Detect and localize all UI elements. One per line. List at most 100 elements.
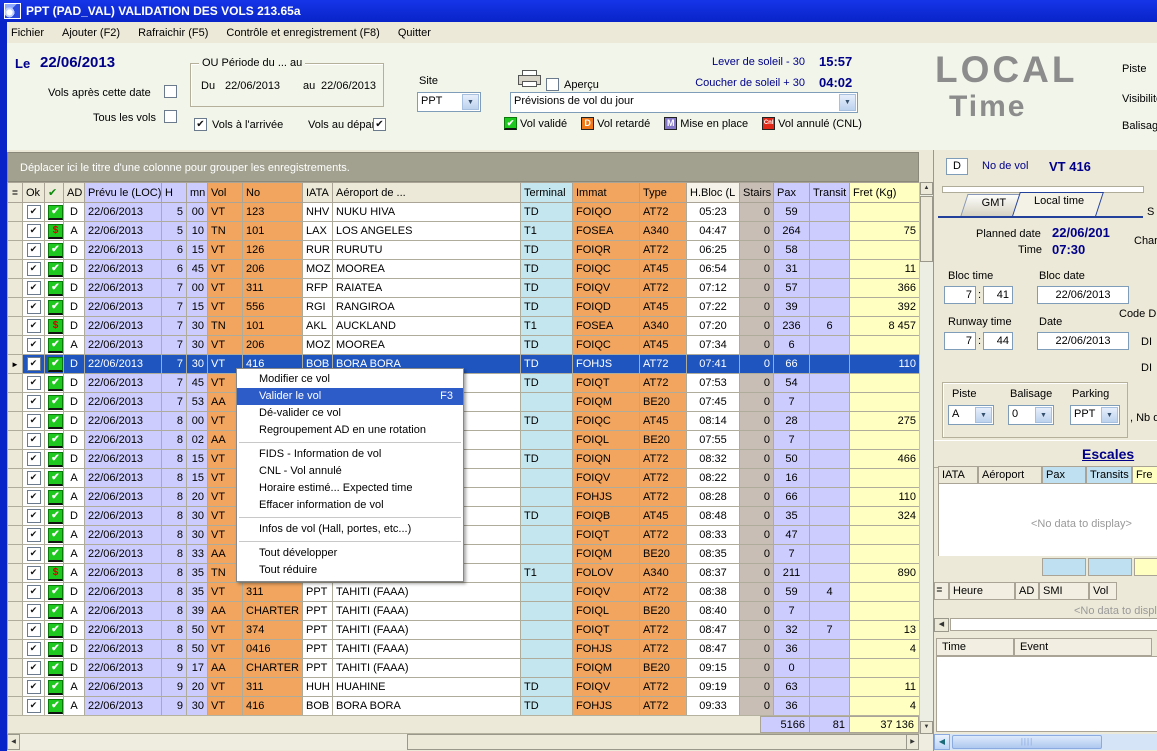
- escales-column-iata[interactable]: IATA: [938, 466, 978, 484]
- escales-column-aéroport[interactable]: Aéroport: [978, 466, 1042, 484]
- context-menu-item-cnl-vol-annul-[interactable]: CNL - Vol annulé: [237, 463, 463, 480]
- ok-checkbox[interactable]: ✔: [27, 699, 41, 713]
- runway-date-input[interactable]: 22/06/2013: [1037, 332, 1129, 350]
- ok-checkbox[interactable]: ✔: [27, 490, 41, 504]
- ok-checkbox[interactable]: ✔: [27, 471, 41, 485]
- panel-scroll-thumb[interactable]: ||||: [952, 735, 1102, 749]
- runway-minute-input[interactable]: 44: [983, 332, 1013, 350]
- ok-checkbox[interactable]: ✔: [27, 281, 41, 295]
- escales-column-fre[interactable]: Fre: [1132, 466, 1157, 484]
- ok-checkbox[interactable]: ✔: [27, 604, 41, 618]
- table-row[interactable]: ✔✔A22/06/2013839AACHARTERPPTTAHITI (FAAA…: [8, 602, 920, 621]
- menu-item-fichier[interactable]: Fichier: [2, 24, 53, 42]
- bloc-date-input[interactable]: 22/06/2013: [1037, 286, 1129, 304]
- chevron-down-icon[interactable]: ▼: [462, 94, 479, 110]
- table-row[interactable]: ✔$A22/06/2013510TN101LAXLOS ANGELEST1FOS…: [8, 222, 920, 241]
- runway-hour-input[interactable]: 7: [944, 332, 976, 350]
- events-column-event[interactable]: Event: [1014, 638, 1152, 656]
- print-icon[interactable]: [518, 70, 540, 86]
- column-header-ind[interactable]: ≣: [8, 183, 23, 203]
- column-header-ad[interactable]: AD: [64, 183, 85, 203]
- column-header-fr[interactable]: Fret (Kg): [850, 183, 920, 203]
- column-header-sta[interactable]: Stairs: [740, 183, 774, 203]
- ok-checkbox[interactable]: ✔: [27, 300, 41, 314]
- departures-checkbox[interactable]: ✔: [373, 118, 386, 131]
- column-header-ap[interactable]: Aéroport de ...: [333, 183, 521, 203]
- movements-column-heure[interactable]: Heure: [949, 582, 1015, 600]
- table-row[interactable]: ✔✔D22/06/2013645VT206MOZMOOREATDFOIQCAT4…: [8, 260, 920, 279]
- ok-checkbox[interactable]: ✔: [27, 395, 41, 409]
- table-row[interactable]: ✔✔D22/06/2013700VT311RFPRAIATEATDFOIQVAT…: [8, 279, 920, 298]
- table-row[interactable]: ✔✔D22/06/2013917AACHARTERPPTTAHITI (FAAA…: [8, 659, 920, 678]
- ad-field[interactable]: D: [946, 158, 968, 175]
- period-from[interactable]: 22/06/2013: [225, 80, 280, 92]
- table-row[interactable]: ✔✔D22/06/2013615VT126RURRURUTUTDFOIQRAT7…: [8, 241, 920, 260]
- column-header-hb[interactable]: H.Bloc (L: [687, 183, 740, 203]
- context-menu-item-valider-le-vol[interactable]: Valider le volF3: [237, 388, 463, 405]
- movements-column-icon[interactable]: ≣: [934, 582, 949, 600]
- vertical-scrollbar[interactable]: ▲ ▼: [919, 182, 933, 734]
- scroll-right-icon[interactable]: ▶: [906, 734, 919, 750]
- context-menu-item-tout-d-velopper[interactable]: Tout développer: [237, 545, 463, 562]
- movements-column-ad[interactable]: AD: [1015, 582, 1039, 600]
- escales-column-transits[interactable]: Transits: [1086, 466, 1132, 484]
- menu-item-contr-le-et-enregistrement-f8-[interactable]: Contrôle et enregistrement (F8): [217, 24, 388, 42]
- ok-checkbox[interactable]: ✔: [27, 224, 41, 238]
- parking-select[interactable]: PPT▼: [1070, 405, 1120, 425]
- ok-checkbox[interactable]: ✔: [27, 528, 41, 542]
- ok-checkbox[interactable]: ✔: [27, 414, 41, 428]
- panel-horizontal-scrollbar[interactable]: ◀ ||||: [934, 734, 1157, 750]
- ok-checkbox[interactable]: ✔: [27, 433, 41, 447]
- ok-checkbox[interactable]: ✔: [27, 585, 41, 599]
- bloc-hour-input[interactable]: 7: [944, 286, 976, 304]
- ok-checkbox[interactable]: ✔: [27, 680, 41, 694]
- ok-checkbox[interactable]: ✔: [27, 452, 41, 466]
- scroll-left-icon[interactable]: ◀: [934, 618, 949, 632]
- context-menu-item-d-valider-ce-vol[interactable]: Dé-valider ce vol: [237, 405, 463, 422]
- ok-checkbox[interactable]: ✔: [27, 661, 41, 675]
- menu-item-rafraichir-f5-[interactable]: Rafraichir (F5): [129, 24, 217, 42]
- site-select[interactable]: PPT ▼: [417, 92, 481, 112]
- menu-item-quitter[interactable]: Quitter: [389, 24, 440, 42]
- escales-column-pax[interactable]: Pax: [1042, 466, 1086, 484]
- scroll-up-icon[interactable]: ▲: [920, 182, 933, 195]
- column-header-mn[interactable]: mn: [187, 183, 208, 203]
- column-header-iata[interactable]: IATA: [303, 183, 333, 203]
- table-row[interactable]: ✔✔D22/06/2013500VT123NHVNUKU HIVATDFOIQO…: [8, 203, 920, 222]
- table-row[interactable]: ✔✔D22/06/2013850VT0416PPTTAHITI (FAAA)FO…: [8, 640, 920, 659]
- horizontal-scroll-thumb[interactable]: [407, 734, 917, 750]
- context-menu-item-effacer-information-de-vol[interactable]: Effacer information de vol: [237, 497, 463, 514]
- scroll-left-icon[interactable]: ◀: [7, 734, 20, 750]
- context-menu-item-infos-de-vol-hall-portes-etc-[interactable]: Infos de vol (Hall, portes, etc...): [237, 521, 463, 538]
- context-menu-item-modifier-ce-vol[interactable]: Modifier ce vol: [237, 371, 463, 388]
- all-flights-checkbox[interactable]: [164, 110, 177, 123]
- column-header-no[interactable]: No: [243, 183, 303, 203]
- ok-checkbox[interactable]: ✔: [27, 547, 41, 561]
- balisage-select[interactable]: 0▼: [1008, 405, 1054, 425]
- period-to[interactable]: 22/06/2013: [321, 80, 376, 92]
- column-header-st[interactable]: ✔: [45, 183, 64, 203]
- ok-checkbox[interactable]: ✔: [27, 623, 41, 637]
- column-header-pax[interactable]: Pax: [774, 183, 810, 203]
- ok-checkbox[interactable]: ✔: [27, 262, 41, 276]
- tab-local-time[interactable]: Local time: [1013, 192, 1105, 216]
- events-column-time[interactable]: Time: [936, 638, 1014, 656]
- table-row[interactable]: ✔✔D22/06/2013835VT311PPTTAHITI (FAAA)FOI…: [8, 583, 920, 602]
- menu-item-ajouter-f2-[interactable]: Ajouter (F2): [53, 24, 129, 42]
- context-menu-item-horaire-estim-expected-time[interactable]: Horaire estimé... Expected time: [237, 480, 463, 497]
- ok-checkbox[interactable]: ✔: [27, 642, 41, 656]
- report-select[interactable]: Prévisions de vol du jour ▼: [510, 92, 858, 113]
- ok-checkbox[interactable]: ✔: [27, 319, 41, 333]
- ok-checkbox[interactable]: ✔: [27, 376, 41, 390]
- table-row[interactable]: ✔✔A22/06/2013920VT311HUHHUAHINETDFOIQVAT…: [8, 678, 920, 697]
- column-header-vol[interactable]: Vol: [208, 183, 243, 203]
- table-row[interactable]: ✔$D22/06/2013730TN101AKLAUCKLANDT1FOSEAA…: [8, 317, 920, 336]
- scroll-left-icon[interactable]: ◀: [934, 734, 950, 750]
- table-row[interactable]: ✔✔A22/06/2013930VT416BOBBORA BORATDFOHJS…: [8, 697, 920, 716]
- context-menu-item-regroupement-ad-en-une-rotation[interactable]: Regroupement AD en une rotation: [237, 422, 463, 439]
- ok-checkbox[interactable]: ✔: [27, 243, 41, 257]
- column-header-im[interactable]: Immat: [573, 183, 640, 203]
- ok-checkbox[interactable]: ✔: [27, 338, 41, 352]
- context-menu-item-fids-information-de-vol[interactable]: FIDS - Information de vol: [237, 446, 463, 463]
- scroll-down-icon[interactable]: ▼: [920, 721, 933, 734]
